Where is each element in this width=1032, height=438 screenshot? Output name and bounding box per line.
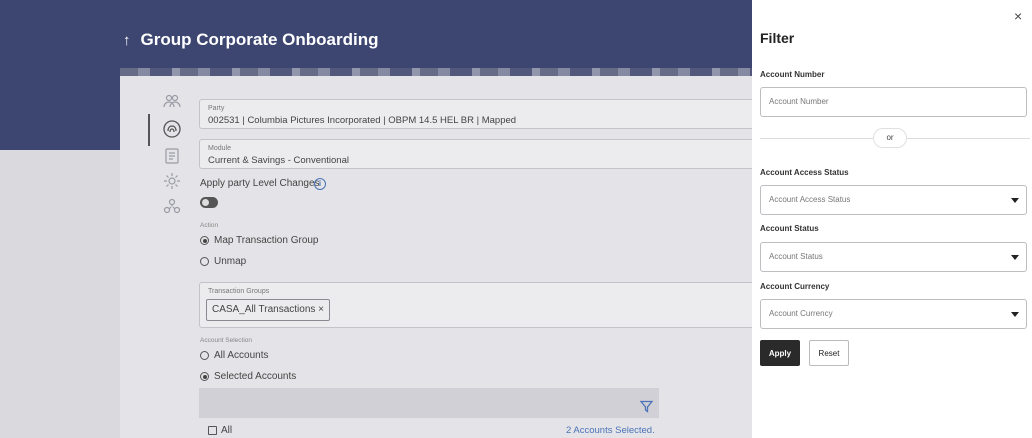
apply-party-level-toggle[interactable] [200,197,218,208]
party-value: 002531 | Columbia Pictures Incorporated … [208,115,517,126]
account-access-status-placeholder: Account Access Status [769,195,851,204]
selected-accounts-radio[interactable] [200,372,209,381]
document-list-icon[interactable] [163,147,181,165]
map-transaction-group-label: Map Transaction Group [214,235,319,246]
accounts-table-header [199,388,659,418]
people-network-icon[interactable] [163,197,181,215]
account-access-status-label: Account Access Status [760,168,849,177]
all-accounts-radio[interactable] [200,351,209,360]
chevron-down-icon [1011,255,1019,260]
account-currency-label: Account Currency [760,282,830,291]
account-selection-label: Account Selection [200,337,253,344]
account-status-label: Account Status [760,224,819,233]
close-icon[interactable]: × [1014,8,1022,24]
page-title: Group Corporate Onboarding [140,30,379,49]
account-status-placeholder: Account Status [769,252,823,261]
select-all-checkbox[interactable] [208,426,217,435]
fingerprint-icon[interactable] [162,119,182,139]
select-all-label: All [221,425,233,436]
filter-title: Filter [760,30,795,46]
module-label: Module [208,145,231,152]
module-field: Module Current & Savings - Conventional [199,139,752,169]
users-group-icon[interactable] [163,92,181,110]
rail-active-indicator [148,114,150,146]
or-separator: or [873,128,907,148]
account-status-select[interactable]: Account Status [760,242,1027,272]
account-access-status-select[interactable]: Account Access Status [760,185,1027,215]
apply-party-level-label: Apply party Level Changes [200,178,320,189]
module-value: Current & Savings - Conventional [208,155,349,166]
settings-gear-icon[interactable] [163,172,181,190]
party-label: Party [208,105,225,112]
chevron-down-icon [1011,312,1019,317]
reset-button[interactable]: Reset [809,340,849,366]
map-transaction-group-radio[interactable] [200,236,209,245]
up-arrow-icon[interactable]: ↑ [123,32,131,49]
account-number-label: Account Number [760,70,825,79]
selected-accounts-label: Selected Accounts [214,371,297,382]
accounts-selected-count: 2 Accounts Selected. [566,425,655,436]
apply-button[interactable]: Apply [760,340,800,366]
transaction-group-chip[interactable]: CASA_All Transactions × [206,299,330,321]
filter-icon[interactable] [639,400,654,413]
action-label: Action [200,222,219,229]
chevron-down-icon [1011,198,1019,203]
info-icon[interactable]: i [314,178,326,190]
account-currency-placeholder: Account Currency [769,309,833,318]
filter-drawer: × Filter Account Number Account Number o… [752,0,1032,438]
party-field: Party 002531 | Columbia Pictures Incorpo… [199,99,752,129]
banner-decoration [120,68,752,76]
account-number-input[interactable]: Account Number [760,87,1027,117]
page-header: ↑ Group Corporate Onboarding [123,30,379,50]
transaction-groups-label: Transaction Groups [208,288,270,295]
background-page: ↑ Group Corporate Onboarding Party 00253… [0,0,752,438]
account-currency-select[interactable]: Account Currency [760,299,1027,329]
unmap-radio[interactable] [200,257,209,266]
all-accounts-label: All Accounts [214,350,269,361]
account-number-placeholder: Account Number [769,97,829,106]
unmap-label: Unmap [214,256,247,267]
